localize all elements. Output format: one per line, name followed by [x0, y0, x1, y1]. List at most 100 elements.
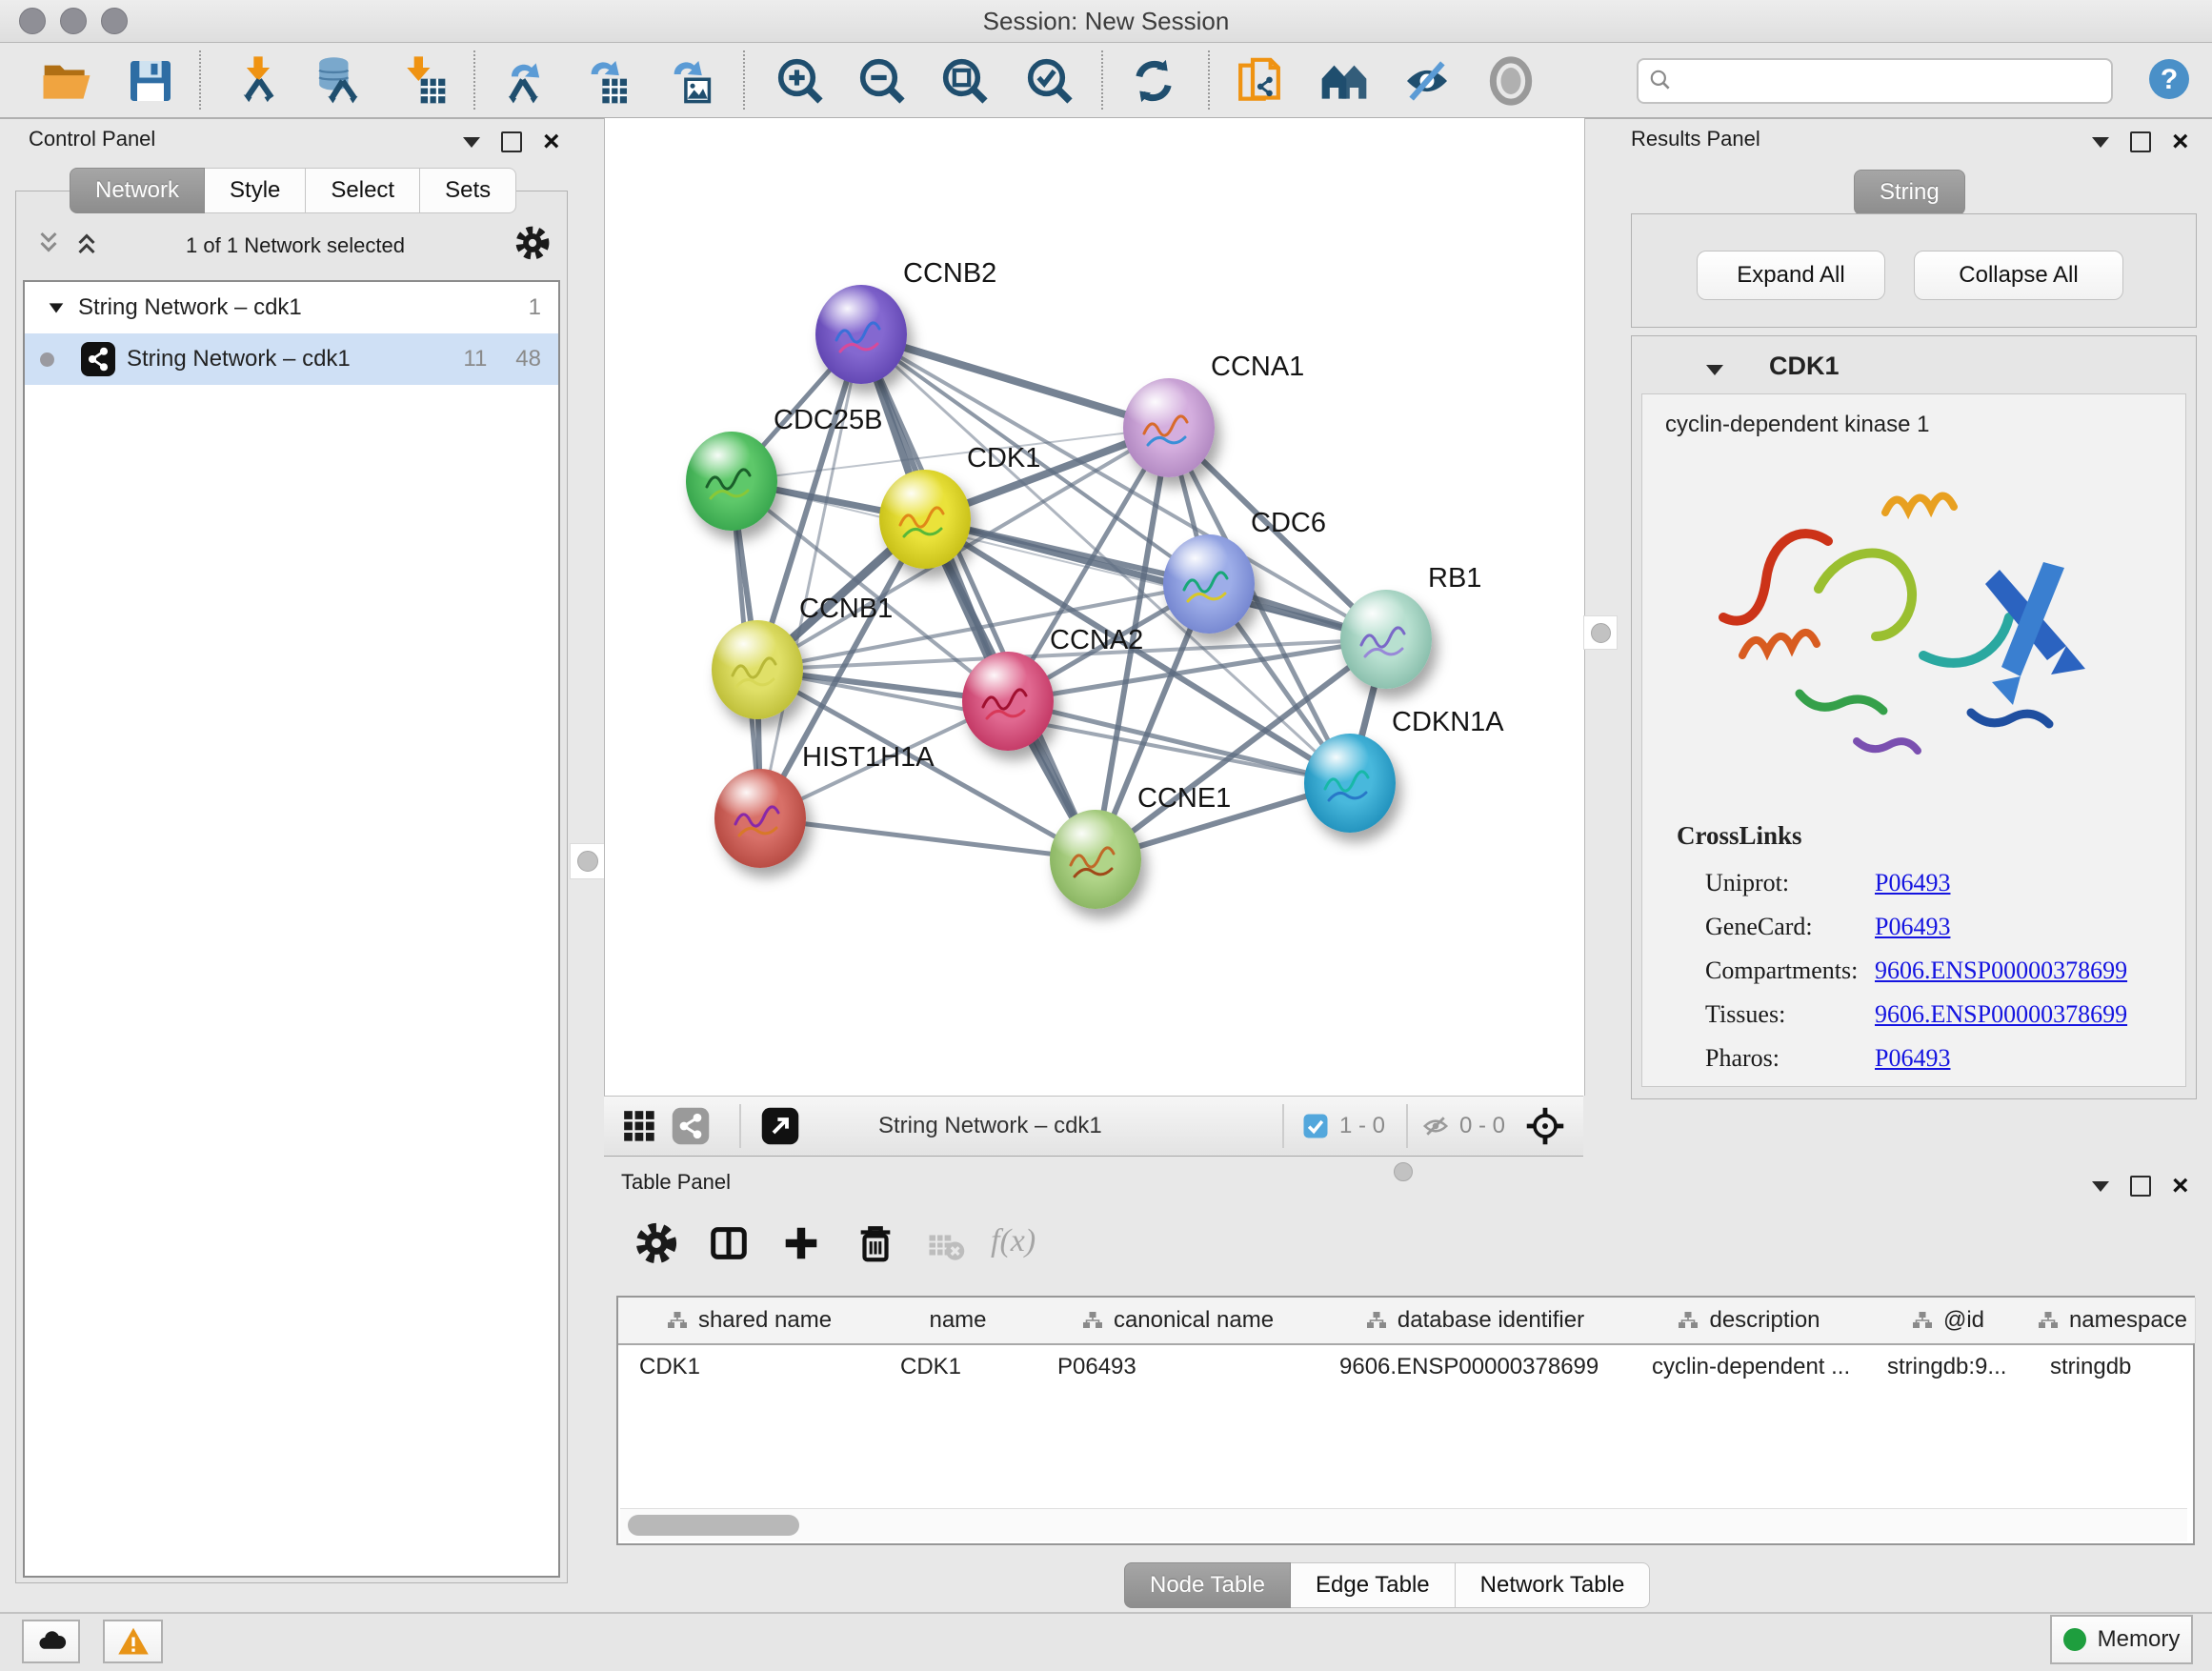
- warning-button[interactable]: [103, 1620, 163, 1663]
- column-header-namespace[interactable]: namespace: [2029, 1298, 2196, 1343]
- cell-shared-name[interactable]: CDK1: [618, 1345, 879, 1389]
- network-node-CDKN1A[interactable]: [1304, 734, 1396, 833]
- network-node-CCNA1[interactable]: [1123, 378, 1215, 477]
- cell-@id[interactable]: stringdb:9...: [1866, 1345, 2029, 1389]
- crosslink-link[interactable]: P06493: [1875, 1044, 1950, 1073]
- table-panel-float-icon[interactable]: [2130, 1176, 2151, 1197]
- network-node-CCNE1[interactable]: [1050, 810, 1141, 909]
- fit-selected-crosshair-icon[interactable]: [1524, 1105, 1566, 1147]
- results-panel-float-icon[interactable]: [2130, 131, 2151, 152]
- save-session-icon[interactable]: [124, 54, 177, 108]
- network-options-gear-icon[interactable]: [514, 225, 551, 261]
- create-column-icon[interactable]: [779, 1221, 823, 1265]
- collection-label: String Network – cdk1: [78, 294, 529, 321]
- zoom-in-icon[interactable]: [774, 54, 827, 108]
- crosslink-link[interactable]: 9606.ENSP00000378699: [1875, 1000, 2127, 1029]
- expand-all-button[interactable]: Expand All: [1697, 251, 1885, 300]
- refresh-view-icon[interactable]: [1127, 54, 1180, 108]
- toolbar-separator: [1208, 50, 1210, 110]
- tab-string[interactable]: String: [1854, 170, 1965, 215]
- open-in-window-icon[interactable]: [760, 1106, 800, 1146]
- zoom-out-icon[interactable]: [855, 54, 909, 108]
- collapse-all-tree-icon[interactable]: [34, 229, 63, 257]
- network-node-CDC6[interactable]: [1163, 534, 1255, 634]
- open-session-icon[interactable]: [40, 54, 93, 108]
- import-table-icon[interactable]: [396, 54, 450, 108]
- cell-name[interactable]: CDK1: [879, 1345, 1036, 1389]
- annotations-icon[interactable]: [1233, 54, 1286, 108]
- expand-all-tree-icon[interactable]: [72, 229, 101, 257]
- control-panel-float-icon[interactable]: [501, 131, 522, 152]
- crosslink-link[interactable]: P06493: [1875, 869, 1950, 897]
- delete-column-icon[interactable]: [854, 1221, 897, 1265]
- control-panel-close-icon[interactable]: ×: [543, 133, 560, 151]
- tab-select[interactable]: Select: [306, 168, 420, 213]
- birds-eye-view-icon[interactable]: [621, 1108, 657, 1144]
- table-horizontal-scrollbar[interactable]: [620, 1508, 2187, 1541]
- selected-checkbox-icon[interactable]: [1301, 1112, 1330, 1140]
- network-node-CCNA2[interactable]: [962, 652, 1054, 751]
- export-table-icon[interactable]: [580, 54, 633, 108]
- cell-canonical-name[interactable]: P06493: [1036, 1345, 1318, 1389]
- column-header-canonical-name[interactable]: canonical name: [1036, 1298, 1319, 1343]
- crosslink-link[interactable]: P06493: [1875, 913, 1950, 941]
- node-label-CDKN1A: CDKN1A: [1392, 707, 1504, 738]
- results-panel-menu-icon[interactable]: [2092, 137, 2109, 148]
- show-all-icon[interactable]: [1484, 54, 1538, 108]
- network-row-selected[interactable]: String Network – cdk1 11 48: [25, 333, 558, 385]
- node-table[interactable]: shared nameCDK1nameCDK1canonical nameP06…: [616, 1296, 2195, 1545]
- crosslink-link[interactable]: 9606.ENSP00000378699: [1875, 956, 2127, 985]
- first-neighbors-icon[interactable]: [1317, 54, 1371, 108]
- table-options-gear-icon[interactable]: [634, 1221, 678, 1265]
- results-actions-box: Expand All Collapse All: [1631, 213, 2197, 328]
- network-canvas[interactable]: CCNB2 CCNA1 CDC25B CDK1 CDC6 RB1 CCNB1 C…: [604, 118, 1585, 1096]
- zoom-selected-icon[interactable]: [1023, 54, 1076, 108]
- tab-style[interactable]: Style: [205, 168, 306, 213]
- column-header-name[interactable]: name: [879, 1298, 1037, 1343]
- network-node-CDK1[interactable]: [879, 470, 971, 569]
- horizontal-splitter-handle[interactable]: [1394, 1162, 1413, 1181]
- entry-expander-icon[interactable]: [1706, 365, 1723, 375]
- cloud-button[interactable]: [22, 1620, 80, 1663]
- help-icon[interactable]: ?: [2146, 56, 2192, 102]
- column-header-database-identifier[interactable]: database identifier: [1318, 1298, 1632, 1343]
- column-header-shared-name[interactable]: shared name: [618, 1298, 880, 1343]
- network-node-CCNB1[interactable]: [712, 620, 803, 719]
- network-node-RB1[interactable]: [1340, 590, 1432, 689]
- import-database-icon[interactable]: [312, 54, 365, 108]
- network-collection-row[interactable]: String Network – cdk1 1: [25, 282, 558, 333]
- tab-network-table[interactable]: Network Table: [1456, 1562, 1651, 1608]
- hide-selected-icon[interactable]: [1400, 54, 1454, 108]
- tab-network[interactable]: Network: [70, 168, 205, 213]
- tab-node-table[interactable]: Node Table: [1124, 1562, 1291, 1608]
- import-network-icon[interactable]: [231, 54, 285, 108]
- network-node-CCNB2[interactable]: [815, 285, 907, 384]
- string-network-badge-icon[interactable]: [671, 1106, 711, 1146]
- collapse-all-button[interactable]: Collapse All: [1914, 251, 2123, 300]
- right-splitter-handle[interactable]: [1583, 615, 1618, 650]
- column-header-description[interactable]: description: [1631, 1298, 1867, 1343]
- cell-namespace[interactable]: stringdb: [2029, 1345, 2195, 1389]
- control-panel-menu-icon[interactable]: [463, 137, 480, 148]
- search-input[interactable]: [1680, 62, 2103, 98]
- tab-sets[interactable]: Sets: [420, 168, 516, 213]
- network-node-CDC25B[interactable]: [686, 432, 777, 531]
- results-panel-close-icon[interactable]: ×: [2172, 133, 2189, 151]
- cell-description[interactable]: cyclin-dependent ...: [1631, 1345, 1866, 1389]
- scrollbar-thumb[interactable]: [628, 1515, 799, 1536]
- cell-database-identifier[interactable]: 9606.ENSP00000378699: [1318, 1345, 1631, 1389]
- export-network-icon[interactable]: [498, 54, 552, 108]
- zoom-fit-icon[interactable]: [938, 54, 992, 108]
- left-splitter-handle[interactable]: [570, 843, 606, 879]
- memory-button[interactable]: Memory: [2050, 1615, 2193, 1664]
- table-panel-close-icon[interactable]: ×: [2172, 1178, 2189, 1195]
- collection-expander-icon[interactable]: [46, 297, 67, 318]
- entry-card: cyclin-dependent kinase 1 CrossLinks Uni…: [1641, 393, 2186, 1087]
- network-node-HIST1H1A[interactable]: [714, 769, 806, 868]
- export-image-icon[interactable]: [663, 54, 716, 108]
- tab-edge-table[interactable]: Edge Table: [1291, 1562, 1456, 1608]
- column-header-@id[interactable]: @id: [1866, 1298, 2030, 1343]
- show-columns-icon[interactable]: [707, 1221, 751, 1265]
- hidden-eye-icon: [1419, 1112, 1452, 1140]
- table-panel-menu-icon[interactable]: [2092, 1181, 2109, 1192]
